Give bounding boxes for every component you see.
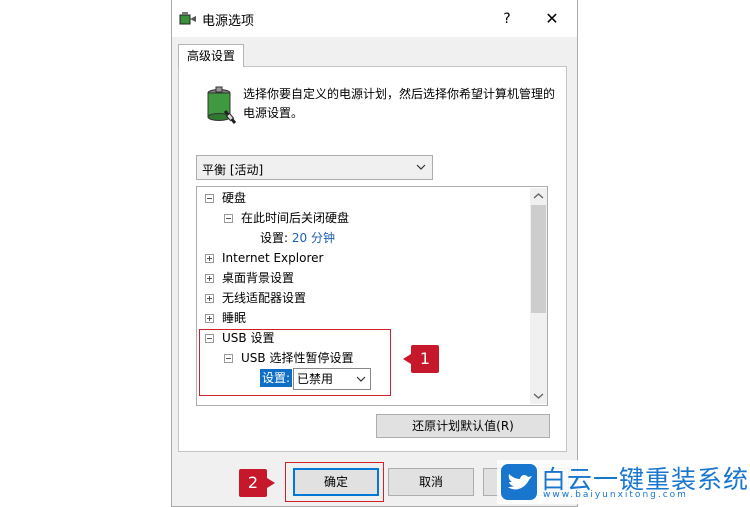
expand-icon[interactable]	[205, 314, 214, 323]
annotation-callout-2: 2	[239, 469, 275, 497]
description-text: 选择你要自定义的电源计划，然后选择你希望计算机管理的电源设置。	[243, 87, 556, 120]
tree-scrollbar[interactable]	[530, 188, 547, 404]
tree-item-label: 硬盘	[222, 191, 247, 205]
power-options-dialog: 电源选项 ? ✕ 高级设置 选择你要自定义的电源计划，然后选择你希望计算机管理的…	[171, 0, 578, 507]
annotation-highlight-usb	[199, 329, 391, 396]
tree-item-desktop-background[interactable]: 桌面背景设置	[205, 268, 294, 288]
tree-item-label: 睡眠	[222, 311, 247, 325]
expand-icon[interactable]	[205, 274, 214, 283]
chevron-down-icon	[416, 164, 426, 170]
tab-advanced-settings[interactable]: 高级设置	[178, 44, 244, 67]
tree-item-internet-explorer[interactable]: Internet Explorer	[205, 248, 323, 268]
bird-logo-icon	[501, 464, 537, 500]
tree-item-label: 桌面背景设置	[222, 271, 295, 285]
collapse-icon[interactable]	[205, 194, 214, 203]
power-plan-select[interactable]: 平衡 [活动]	[196, 155, 433, 180]
watermark: 白云一键重装系统 www.baiyunxitong.com	[497, 460, 749, 504]
power-plan-value: 平衡 [活动]	[202, 163, 264, 177]
tree-item-label: 在此时间后关闭硬盘	[241, 211, 350, 225]
scroll-thumb[interactable]	[531, 205, 546, 313]
tree-item-turn-off-disk[interactable]: 在此时间后关闭硬盘	[224, 208, 349, 228]
scroll-down-icon[interactable]	[530, 387, 547, 404]
tree-item-label: 无线适配器设置	[222, 291, 307, 305]
tree-item-label: Internet Explorer	[222, 251, 324, 265]
tree-item-hard-disk[interactable]: 硬盘	[205, 188, 246, 208]
tree-item-wireless-adapter[interactable]: 无线适配器设置	[205, 288, 306, 308]
help-button[interactable]: ?	[492, 6, 522, 32]
annotation-callout-1: 1	[403, 345, 439, 373]
collapse-icon[interactable]	[224, 214, 233, 223]
setting-label: 设置:	[260, 231, 289, 245]
scroll-up-icon[interactable]	[530, 188, 547, 205]
power-options-icon	[179, 12, 196, 25]
tree-item-sleep[interactable]: 睡眠	[205, 308, 246, 328]
tree-item-disk-setting[interactable]: 设置: 20 分钟	[260, 228, 335, 248]
restore-defaults-button[interactable]: 还原计划默认值(R)	[376, 414, 550, 438]
battery-icon	[207, 86, 237, 124]
watermark-url: www.baiyunxitong.com	[543, 490, 688, 500]
expand-icon[interactable]	[205, 254, 214, 263]
annotation-highlight-ok	[285, 462, 384, 502]
title-bar: 电源选项 ? ✕	[172, 0, 577, 37]
expand-icon[interactable]	[205, 294, 214, 303]
close-button[interactable]: ✕	[537, 6, 567, 32]
window-title: 电源选项	[202, 14, 255, 29]
setting-value-link[interactable]: 20 分钟	[292, 231, 335, 245]
cancel-button[interactable]: 取消	[388, 468, 474, 496]
